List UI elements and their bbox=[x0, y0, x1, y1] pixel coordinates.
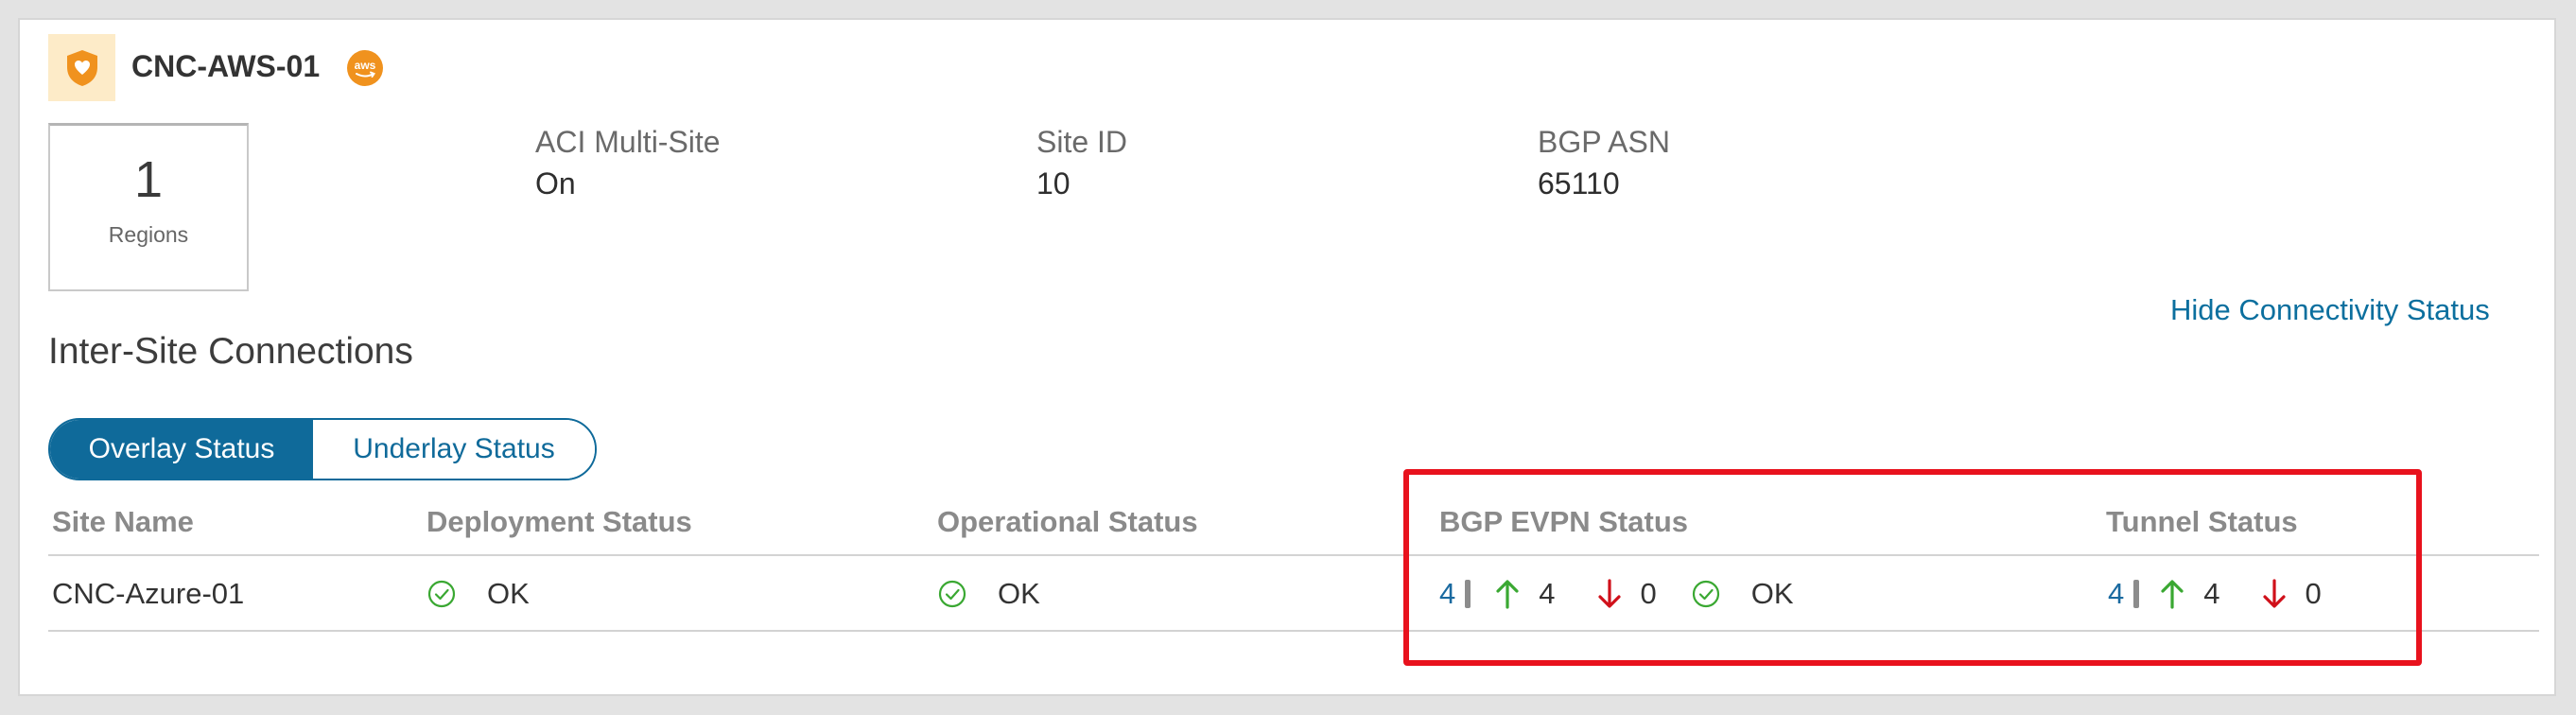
deployment-status-text: OK bbox=[487, 577, 530, 610]
divider bbox=[2133, 580, 2140, 608]
column-header-bgp-evpn-status[interactable]: BGP EVPN Status bbox=[1439, 505, 1688, 539]
info-label: ACI Multi-Site bbox=[535, 125, 721, 159]
check-circle-icon bbox=[938, 580, 966, 608]
table-header: Site Name Deployment Status Operational … bbox=[48, 499, 2539, 556]
check-circle-icon bbox=[427, 580, 456, 608]
info-value: 65110 bbox=[1538, 166, 1620, 201]
cell-deployment-status: OK bbox=[426, 556, 530, 632]
info-aci-multisite: ACI Multi-Site On bbox=[535, 123, 721, 202]
cell-bgp-evpn-status: 4 4 0 OK bbox=[1439, 556, 1794, 632]
site-icon bbox=[48, 34, 115, 101]
bgp-up-count: 4 bbox=[1539, 577, 1556, 610]
bgp-down-count: 0 bbox=[1640, 577, 1657, 610]
tunnel-down-count: 0 bbox=[2305, 577, 2322, 610]
info-value: 10 bbox=[1036, 166, 1070, 201]
info-value: On bbox=[535, 166, 576, 201]
bgp-total-count: 4 bbox=[1439, 577, 1456, 610]
tunnel-up-count: 4 bbox=[2203, 577, 2220, 610]
section-title: Inter-Site Connections bbox=[48, 331, 413, 372]
connections-table: Site Name Deployment Status Operational … bbox=[48, 499, 2539, 632]
operational-status-text: OK bbox=[998, 577, 1040, 610]
shield-heart-icon bbox=[66, 49, 97, 86]
info-site-id: Site ID 10 bbox=[1036, 123, 1127, 202]
table-row[interactable]: CNC-Azure-01 OK OK 4 4 0 OK 4 4 0 bbox=[48, 556, 2539, 632]
info-label: Site ID bbox=[1036, 125, 1128, 159]
arrow-up-icon bbox=[2161, 580, 2184, 609]
arrow-down-icon bbox=[2262, 579, 2286, 608]
info-label: BGP ASN bbox=[1538, 125, 1670, 159]
arrow-up-icon bbox=[1496, 580, 1519, 609]
column-header-deployment-status[interactable]: Deployment Status bbox=[426, 505, 692, 539]
column-header-tunnel-status[interactable]: Tunnel Status bbox=[2106, 505, 2298, 539]
status-toggle: Overlay Status Underlay Status bbox=[48, 418, 597, 480]
hide-connectivity-status-link[interactable]: Hide Connectivity Status bbox=[2170, 293, 2490, 327]
tab-overlay-status[interactable]: Overlay Status bbox=[50, 420, 313, 479]
column-header-site-name[interactable]: Site Name bbox=[52, 505, 194, 539]
cell-site-name: CNC-Azure-01 bbox=[52, 577, 245, 610]
cell-operational-status: OK bbox=[937, 556, 1040, 632]
tunnel-total-count: 4 bbox=[2108, 577, 2125, 610]
bgp-status-text: OK bbox=[1750, 577, 1794, 610]
info-bgp-asn: BGP ASN 65110 bbox=[1538, 123, 1670, 202]
aws-icon: aws bbox=[346, 49, 384, 87]
regions-count: 1 bbox=[133, 151, 164, 208]
svg-text:aws: aws bbox=[355, 59, 376, 72]
arrow-down-icon bbox=[1597, 579, 1621, 608]
regions-label: Regions bbox=[108, 222, 189, 247]
site-name: CNC-AWS-01 bbox=[131, 49, 321, 83]
cell-tunnel-status: 4 4 0 bbox=[2108, 556, 2322, 632]
tab-underlay-status[interactable]: Underlay Status bbox=[313, 420, 595, 479]
check-circle-icon bbox=[1692, 580, 1719, 608]
divider bbox=[1465, 580, 1471, 608]
column-header-operational-status[interactable]: Operational Status bbox=[937, 505, 1198, 539]
regions-summary: 1 Regions bbox=[48, 123, 249, 291]
